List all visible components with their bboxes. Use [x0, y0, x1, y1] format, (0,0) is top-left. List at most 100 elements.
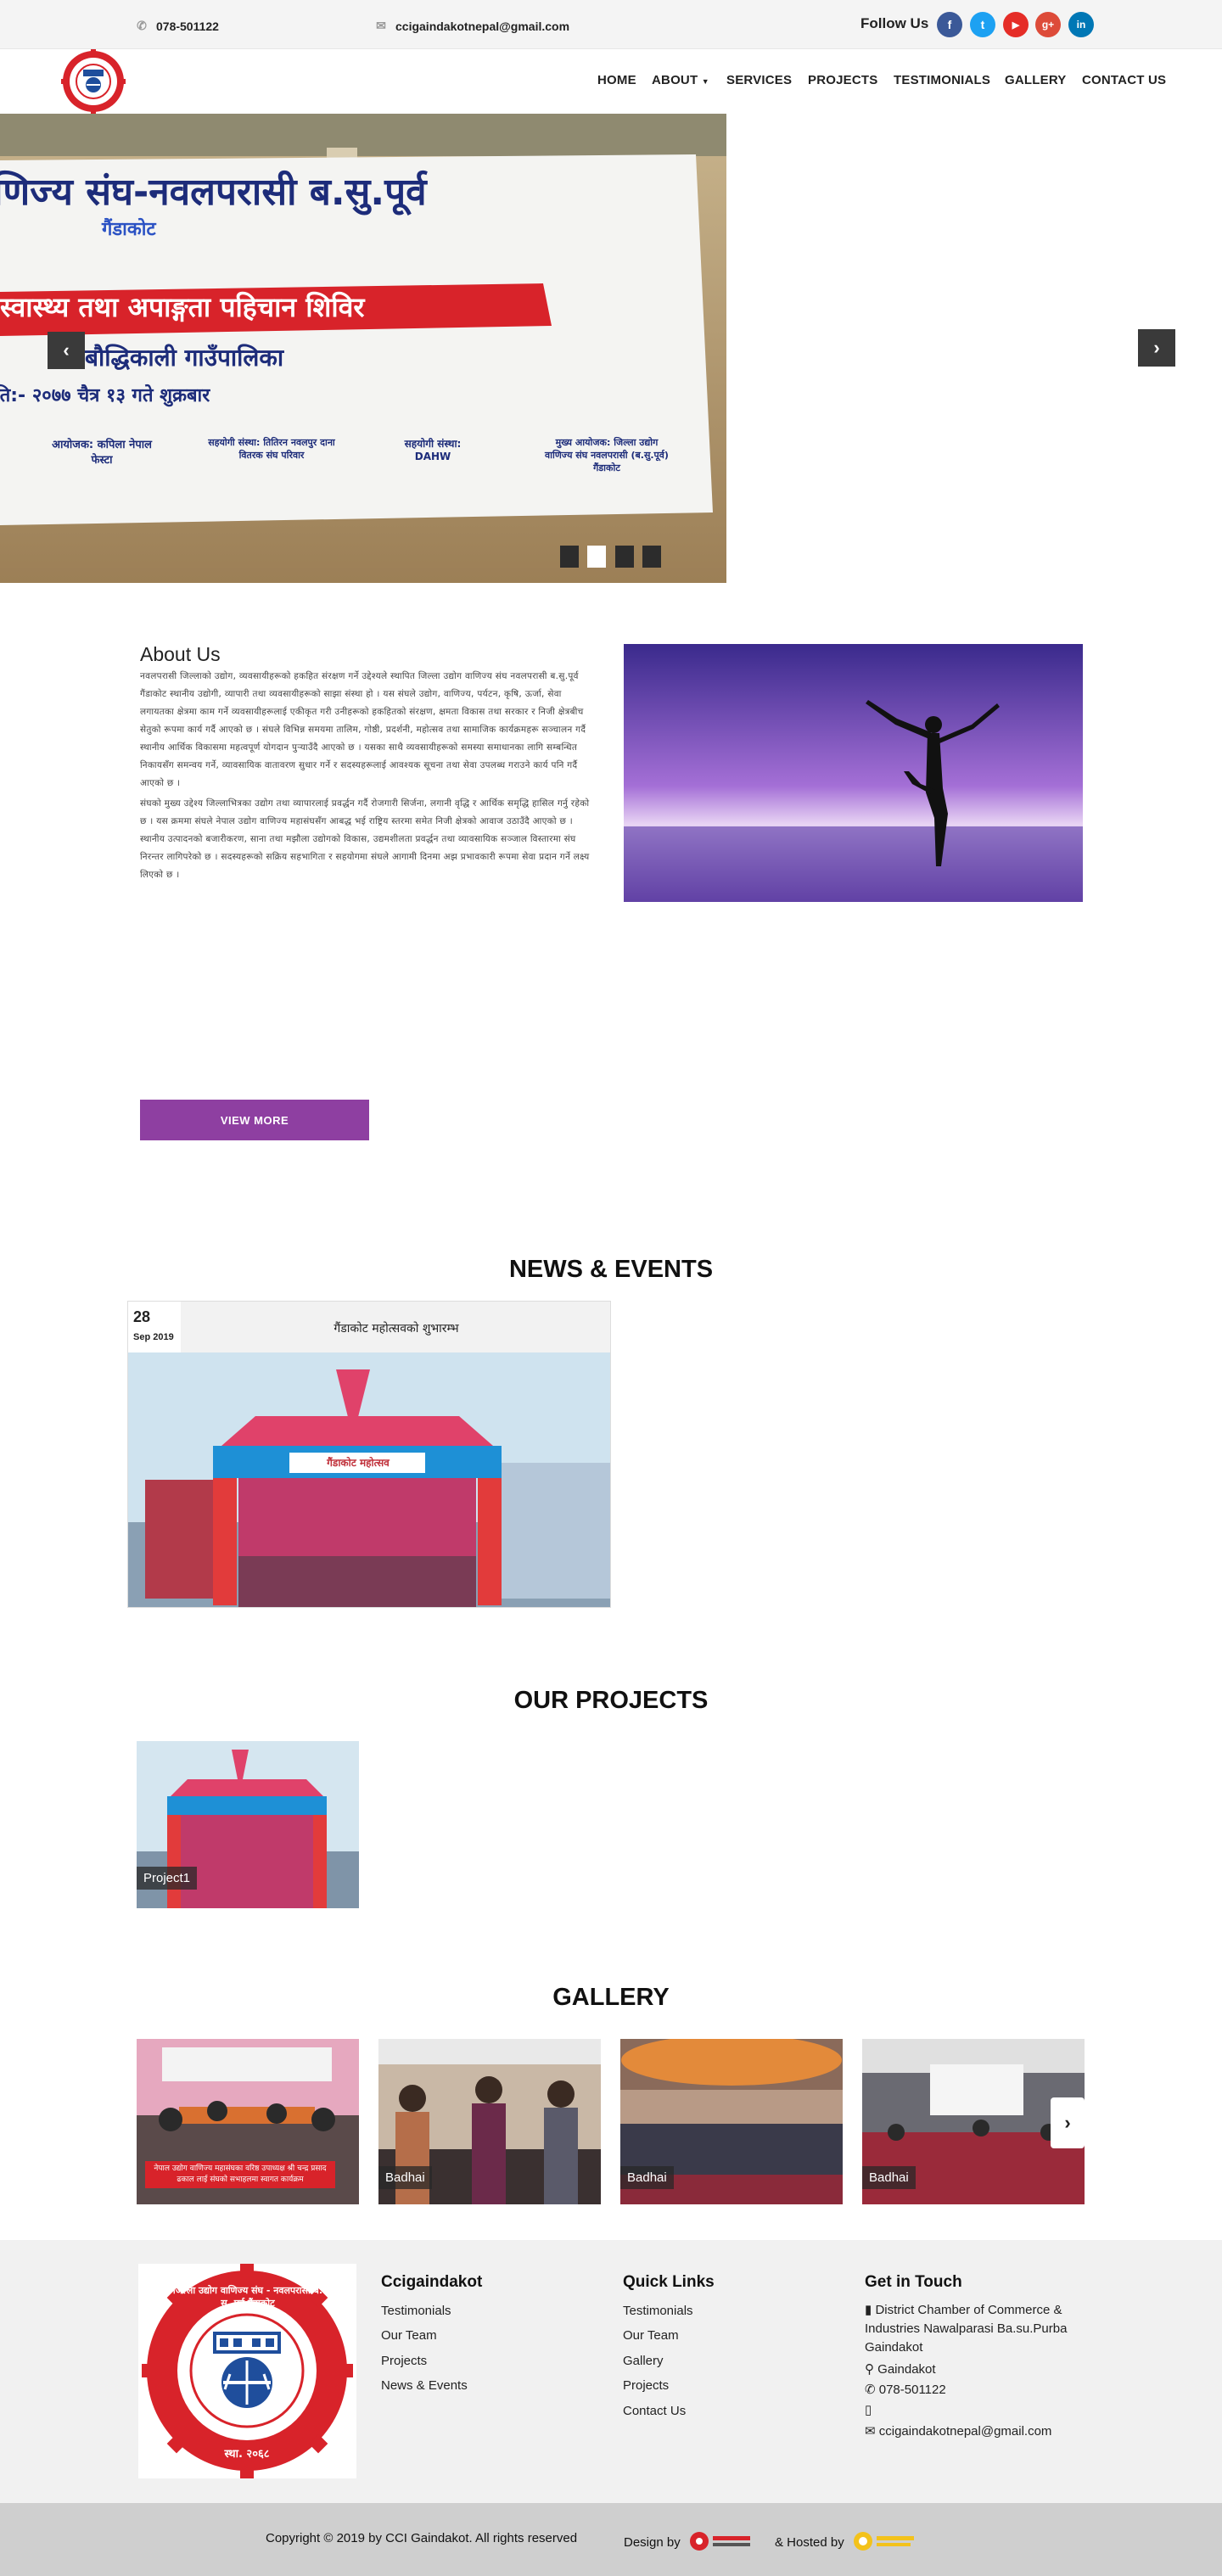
- slider-dot-active[interactable]: [587, 546, 606, 568]
- phone-icon: ✆: [137, 19, 147, 32]
- about-text: नवलपरासी जिल्लाको उद्योग, व्यवसायीहरूको …: [140, 668, 598, 887]
- banner-org3: सहयोगी संस्था: DAHW: [404, 438, 462, 462]
- nav-home[interactable]: HOME: [597, 73, 636, 87]
- banner-line5: ति:- २०७७ चैत्र १३ गते शुक्रबार: [0, 385, 210, 406]
- nav-gallery[interactable]: GALLERY: [1005, 73, 1067, 87]
- footer-phone-text: 078-501122: [878, 2383, 946, 2397]
- gallery-next-button[interactable]: ›: [1051, 2097, 1085, 2148]
- footer-col3-title: Get in Touch: [865, 2273, 962, 2291]
- design-by-label: Design by: [624, 2534, 681, 2550]
- chevron-right-icon: ›: [1064, 2112, 1071, 2133]
- nav-contact[interactable]: CONTACT US: [1082, 73, 1166, 87]
- envelope-icon: ✉: [865, 2424, 876, 2439]
- quick-link-testimonials[interactable]: Testimonials: [623, 2304, 693, 2318]
- slider-dot[interactable]: [615, 546, 634, 568]
- quick-link-our-team[interactable]: Our Team: [623, 2328, 679, 2343]
- footer-city-text: Gaindakot: [877, 2362, 936, 2377]
- nav-projects[interactable]: PROJECTS: [808, 73, 877, 87]
- slider-prev-button[interactable]: ‹: [48, 332, 85, 369]
- host-logo[interactable]: [853, 2531, 917, 2555]
- slider-dot[interactable]: [642, 546, 661, 568]
- hosted-by: & Hosted by: [775, 2531, 917, 2555]
- linkedin-icon[interactable]: in: [1068, 12, 1094, 37]
- footer-mobile[interactable]: ▯: [865, 2401, 1094, 2420]
- footer-link-testimonials[interactable]: Testimonials: [381, 2304, 451, 2318]
- hero-slide-image: णिज्य संघ-नवलपरासी ब.सु.पूर्व गैंडाकोट स…: [0, 114, 726, 583]
- about-title: About Us: [140, 643, 221, 665]
- follow-label: Follow Us: [860, 15, 929, 31]
- slider-next-button[interactable]: ›: [1138, 329, 1175, 367]
- footer-col2-title: Quick Links: [623, 2273, 715, 2291]
- gallery-caption-2: Badhai: [378, 2166, 432, 2189]
- footer-col1-title: Ccigaindakot: [381, 2273, 483, 2291]
- map-marker-icon: ⚲: [865, 2362, 874, 2377]
- footer-email-text: ccigaindakotnepal@gmail.com: [878, 2424, 1052, 2439]
- gallery-item[interactable]: Badhai: [620, 2039, 843, 2204]
- slider-dot[interactable]: [560, 546, 579, 568]
- news-section-title: NEWS & EVENTS: [508, 1256, 714, 1283]
- footer-logo-est: स्था. २०६८: [224, 2448, 270, 2461]
- news-card[interactable]: 28 Sep 2019 गैंडाकोट महोत्सवको शुभारम्भ …: [127, 1301, 611, 1608]
- about-paragraph-2: संघको मुख्य उद्देश्य जिल्लाभित्रका उद्यो…: [140, 798, 590, 880]
- footer-phone[interactable]: ✆ 078-501122: [865, 2381, 1094, 2400]
- banner-line4: बौद्धिकाली गाउँपालिका: [85, 344, 284, 372]
- gallery-item[interactable]: नेपाल उद्योग वाणिज्य महासंघका वरिष्ठ उपा…: [137, 2039, 359, 2204]
- news-day: 28: [133, 1308, 151, 1325]
- chevron-right-icon: ›: [1153, 337, 1160, 358]
- top-phone-text: 078-501122: [156, 19, 219, 33]
- chevron-left-icon: ‹: [63, 339, 70, 361]
- gallery-item[interactable]: Badhai: [378, 2039, 601, 2204]
- banner-org2: सहयोगी संस्था: तितिरन नवलपुर दाना वितरक …: [208, 437, 335, 461]
- news-date: 28 Sep 2019: [128, 1302, 181, 1352]
- banner-line2: गैंडाकोट: [102, 219, 156, 240]
- footer-logo-text: जिल्ला उद्योग वाणिज्य संघ - नवलपरासी ब. …: [172, 2285, 323, 2309]
- project-caption: Project1: [137, 1867, 198, 1890]
- copyright: Copyright © 2019 by CCI Gaindakot. All r…: [266, 2531, 578, 2545]
- google-plus-icon[interactable]: g+: [1035, 12, 1061, 37]
- footer-logo: जिल्ला उद्योग वाणिज्य संघ - नवलपरासी ब. …: [138, 2264, 356, 2478]
- facebook-icon[interactable]: f: [937, 12, 962, 37]
- gallery-caption-4: Badhai: [862, 2166, 916, 2189]
- twitter-icon[interactable]: t: [970, 12, 995, 37]
- view-more-button[interactable]: VIEW MORE: [140, 1100, 369, 1140]
- hosted-by-label: & Hosted by: [775, 2534, 844, 2550]
- quick-link-contact-us[interactable]: Contact Us: [623, 2404, 686, 2418]
- site-logo[interactable]: [61, 49, 126, 114]
- banner-line3: स्वास्थ्य तथा अपाङ्गता पहिचान शिविर: [0, 291, 365, 323]
- main-navbar: HOME ABOUT ▼ SERVICES PROJECTS TESTIMONI…: [0, 49, 1222, 114]
- news-image: गैंडाकोट महोत्सव: [128, 1352, 610, 1607]
- designer-logo[interactable]: [689, 2531, 754, 2555]
- nav-about[interactable]: ABOUT ▼: [652, 73, 709, 87]
- news-title[interactable]: गैंडाकोट महोत्सवको शुभारम्भ: [181, 1320, 610, 1336]
- banner-line1: णिज्य संघ-नवलपरासी ब.सु.पूर्व: [0, 171, 427, 214]
- footer-link-news-events[interactable]: News & Events: [381, 2378, 468, 2393]
- nav-about-label: ABOUT: [652, 73, 698, 87]
- top-phone[interactable]: ✆ 078-501122: [136, 19, 219, 33]
- news-header: 28 Sep 2019 गैंडाकोट महोत्सवको शुभारम्भ: [128, 1302, 610, 1352]
- footer-link-projects[interactable]: Projects: [381, 2354, 427, 2368]
- about-paragraph-1: नवलपरासी जिल्लाको उद्योग, व्यवसायीहरूको …: [140, 671, 586, 788]
- news-month: Sep 2019: [133, 1332, 174, 1342]
- top-email[interactable]: ✉ ccigaindakotnepal@gmail.com: [375, 19, 569, 33]
- news-stage-text: गैंडाकोट महोत्सव: [327, 1457, 390, 1469]
- banner-org4: मुख्य आयोजक: जिल्ला उद्योग वाणिज्य संघ न…: [545, 437, 669, 473]
- mobile-icon: ▯: [865, 2403, 872, 2417]
- youtube-icon[interactable]: ▶: [1003, 12, 1029, 37]
- nav-testimonials[interactable]: TESTIMONIALS: [894, 73, 990, 87]
- design-by: Design by: [624, 2531, 754, 2555]
- footer-email[interactable]: ✉ ccigaindakotnepal@gmail.com: [865, 2422, 1094, 2441]
- gallery-caption-1: नेपाल उद्योग वाणिज्य महासंघका वरिष्ठ उपा…: [145, 2161, 335, 2188]
- footer-address-text: District Chamber of Commerce & Industrie…: [865, 2303, 1068, 2355]
- gallery-section-title: GALLERY: [552, 1984, 670, 2011]
- bottom-bar: [0, 2503, 1222, 2576]
- footer-city: ⚲ Gaindakot: [865, 2360, 1094, 2379]
- footer-address: ▮ District Chamber of Commerce & Industr…: [865, 2301, 1094, 2357]
- phone-icon: ✆: [865, 2383, 876, 2397]
- footer-link-our-team[interactable]: Our Team: [381, 2328, 437, 2343]
- quick-link-projects[interactable]: Projects: [623, 2378, 669, 2393]
- projects-section-title: OUR PROJECTS: [513, 1687, 709, 1714]
- project-card[interactable]: Project1: [137, 1741, 359, 1908]
- quick-link-gallery[interactable]: Gallery: [623, 2354, 664, 2368]
- nav-services[interactable]: SERVICES: [726, 73, 792, 87]
- envelope-icon: ✉: [376, 19, 386, 32]
